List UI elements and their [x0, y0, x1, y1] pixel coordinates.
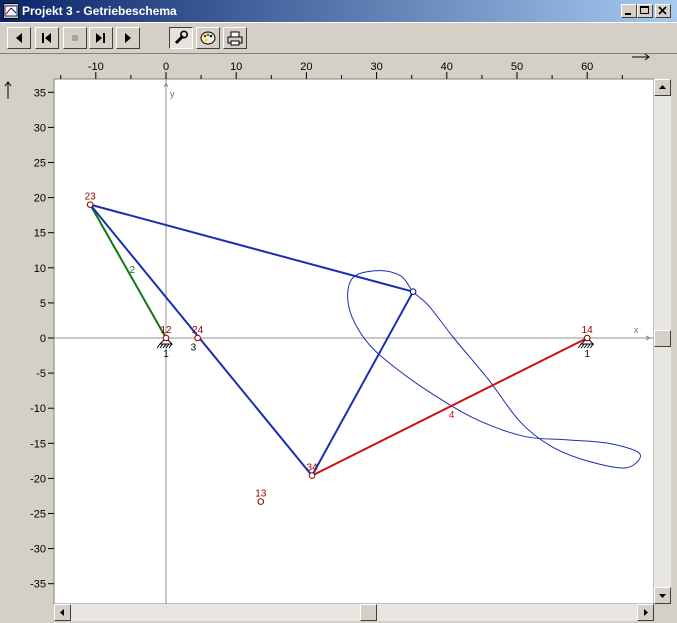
y-tick-label: 35 [34, 87, 46, 99]
x-tick-label: 40 [441, 61, 453, 73]
close-icon [658, 6, 667, 15]
plot-area[interactable] [53, 78, 655, 605]
y-tick-label: 15 [34, 228, 46, 240]
scroll-right-button[interactable] [637, 604, 654, 621]
play-icon [125, 33, 131, 43]
minimize-icon [625, 13, 631, 15]
x-tick-label: 20 [300, 61, 312, 73]
first-frame-button[interactable] [7, 27, 31, 49]
x-tick-label: 10 [230, 61, 242, 73]
step-forward-button[interactable] [89, 27, 113, 49]
y-tick-label: -15 [30, 438, 46, 450]
y-tick-label: -30 [30, 544, 46, 556]
toolbar [0, 22, 677, 54]
window-titlebar: Projekt 3 - Getriebeschema [0, 0, 677, 22]
app-icon [3, 3, 19, 19]
y-tick-label: 20 [34, 193, 46, 205]
stop-button[interactable] [63, 27, 87, 49]
x-tick-label: 60 [581, 61, 593, 73]
x-tick-label: -10 [88, 61, 104, 73]
y-tick-label: -20 [30, 473, 46, 485]
step-back-button[interactable] [35, 27, 59, 49]
printer-icon [227, 31, 243, 46]
vertical-scrollbar[interactable] [654, 79, 671, 604]
x-tick-label: 0 [163, 61, 169, 73]
y-tick-label: -5 [36, 368, 46, 380]
x-ruler-arrow-icon [632, 53, 650, 61]
tools-button[interactable] [169, 27, 193, 49]
colors-button[interactable] [196, 27, 220, 49]
horizontal-scroll-thumb[interactable] [360, 604, 377, 621]
arrow-left-small-icon [60, 609, 64, 616]
y-tick-label: 0 [40, 333, 46, 345]
scroll-up-button[interactable] [654, 79, 671, 96]
arrow-left-icon [16, 33, 22, 43]
arrow-down-icon [659, 594, 666, 598]
wrench-icon [174, 30, 189, 45]
mechanism-chart: xy 234 23112 243411413 -10 0 10 20 30 40 50 6035… [4, 53, 655, 605]
y-tick-label: 10 [34, 263, 46, 275]
y-tick-label: 25 [34, 158, 46, 170]
x-tick-label: 30 [370, 61, 382, 73]
play-button[interactable] [116, 27, 140, 49]
scroll-left-button[interactable] [54, 604, 71, 621]
maximize-icon [640, 6, 649, 14]
y-ruler-arrow-icon [4, 81, 12, 99]
print-button[interactable] [223, 27, 247, 49]
minimize-button[interactable] [621, 4, 637, 18]
vertical-scroll-thumb[interactable] [654, 330, 671, 347]
arrow-right-small-icon [644, 609, 648, 616]
maximize-button[interactable] [637, 4, 653, 18]
scroll-down-button[interactable] [654, 587, 671, 604]
y-tick-label: 30 [34, 122, 46, 134]
skip-forward-icon [96, 33, 105, 43]
arrow-up-icon [659, 85, 666, 89]
y-tick-label: -10 [30, 403, 46, 415]
horizontal-scrollbar[interactable] [54, 604, 654, 621]
palette-icon [200, 31, 216, 45]
x-tick-label: 50 [511, 61, 523, 73]
y-tick-label: -25 [30, 509, 46, 521]
close-button[interactable] [655, 4, 671, 18]
y-tick-label: 5 [40, 298, 46, 310]
window-title: Projekt 3 - Getriebeschema [22, 4, 177, 18]
y-tick-label: -35 [30, 579, 46, 591]
skip-back-icon [42, 33, 51, 43]
stop-icon [72, 35, 78, 41]
